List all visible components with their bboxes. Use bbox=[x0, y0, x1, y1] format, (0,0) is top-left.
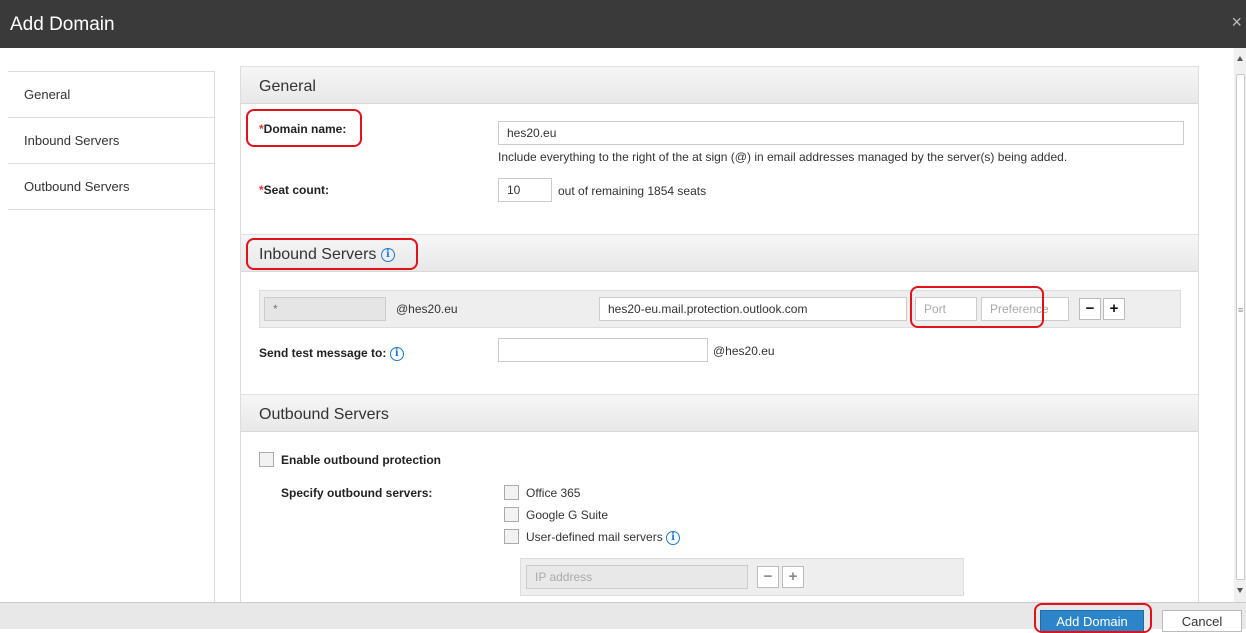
gsuite-label: Google G Suite bbox=[526, 508, 609, 522]
inbound-section-title-text: Inbound Servers bbox=[259, 246, 377, 263]
sidebar-item-inbound-servers[interactable]: Inbound Servers bbox=[8, 118, 214, 164]
inbound-section-header: Inbound Servers i bbox=[241, 234, 1198, 272]
preference-input[interactable]: Preference bbox=[981, 297, 1069, 321]
office365-checkbox[interactable] bbox=[504, 485, 519, 500]
ip-address-input[interactable]: IP address bbox=[526, 565, 748, 589]
ip-address-row: IP address − + bbox=[520, 558, 964, 596]
scroll-thumb[interactable] bbox=[1236, 74, 1245, 580]
user-defined-label: User-defined mail servers i bbox=[526, 530, 681, 545]
sidebar-item-outbound-servers[interactable]: Outbound Servers bbox=[8, 164, 214, 210]
general-section-title: General bbox=[259, 78, 316, 95]
enable-outbound-label: Enable outbound protection bbox=[281, 453, 441, 467]
general-section-header: General bbox=[241, 66, 1198, 104]
specify-outbound-label: Specify outbound servers: bbox=[281, 486, 433, 500]
domain-name-label: *Domain name: bbox=[259, 122, 346, 136]
seat-count-hint: out of remaining 1854 seats bbox=[558, 184, 707, 198]
dialog-title: Add Domain bbox=[10, 14, 115, 35]
scroll-grip-icon: ≡ bbox=[1238, 305, 1244, 315]
inbound-prefix-input[interactable]: * bbox=[264, 297, 386, 321]
user-defined-checkbox[interactable] bbox=[504, 529, 519, 544]
info-icon[interactable]: i bbox=[380, 247, 395, 262]
inbound-domain-suffix: @hes20.eu bbox=[396, 302, 458, 316]
scroll-down-icon[interactable] bbox=[1237, 588, 1243, 593]
inbound-section-title: Inbound Servers i bbox=[259, 246, 395, 264]
domain-name-input[interactable]: hes20.eu bbox=[498, 121, 1184, 145]
seat-count-label: *Seat count: bbox=[259, 183, 329, 197]
send-test-label: Send test message to: i bbox=[259, 346, 404, 361]
user-defined-label-text: User-defined mail servers bbox=[526, 530, 663, 544]
inbound-server-input[interactable]: hes20-eu.mail.protection.outlook.com bbox=[599, 297, 907, 321]
send-test-label-text: Send test message to: bbox=[259, 346, 387, 360]
seat-count-label-text: Seat count: bbox=[263, 183, 330, 197]
remove-ip-button[interactable]: − bbox=[757, 566, 779, 588]
sidebar-item-general[interactable]: General bbox=[8, 72, 214, 118]
sidebar: General Inbound Servers Outbound Servers bbox=[8, 71, 215, 602]
domain-name-hint: Include everything to the right of the a… bbox=[498, 150, 1068, 164]
outbound-section-title: Outbound Servers bbox=[259, 406, 389, 423]
remove-server-button[interactable]: − bbox=[1079, 298, 1101, 320]
gsuite-checkbox[interactable] bbox=[504, 507, 519, 522]
seat-count-input[interactable]: 10 bbox=[498, 178, 552, 202]
outbound-section-header: Outbound Servers bbox=[241, 394, 1198, 432]
info-icon[interactable]: i bbox=[389, 346, 404, 361]
main-content: General *Domain name: hes20.eu Include e… bbox=[240, 66, 1199, 602]
add-server-button[interactable]: + bbox=[1103, 298, 1125, 320]
scroll-up-icon[interactable] bbox=[1237, 56, 1243, 61]
test-recipient-input[interactable] bbox=[498, 338, 708, 362]
test-recipient-suffix: @hes20.eu bbox=[713, 344, 775, 358]
close-icon[interactable]: × bbox=[1231, 12, 1242, 33]
domain-name-label-text: Domain name: bbox=[263, 122, 347, 136]
enable-outbound-checkbox[interactable] bbox=[259, 452, 274, 467]
inbound-server-row: * @hes20.eu hes20-eu.mail.protection.out… bbox=[259, 290, 1181, 328]
port-input[interactable]: Port bbox=[915, 297, 977, 321]
office365-label: Office 365 bbox=[526, 486, 581, 500]
add-ip-button[interactable]: + bbox=[782, 566, 804, 588]
info-icon[interactable]: i bbox=[666, 530, 681, 545]
dialog-titlebar: Add Domain × bbox=[0, 0, 1246, 48]
